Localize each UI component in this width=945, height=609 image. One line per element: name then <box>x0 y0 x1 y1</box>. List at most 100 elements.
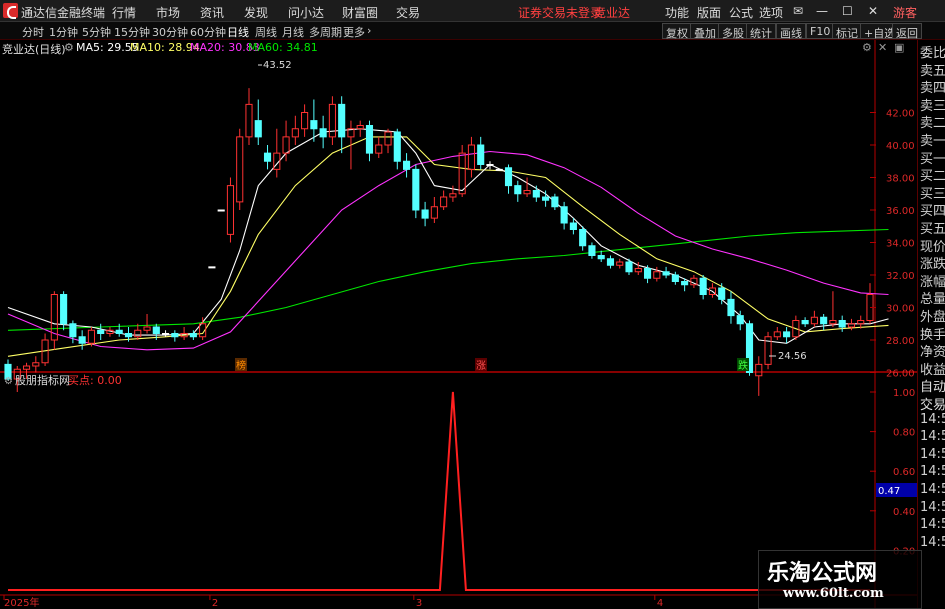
quote-panel-label[interactable]: 14:56 <box>920 464 945 479</box>
candle[interactable] <box>254 99 262 146</box>
candle[interactable] <box>551 193 559 210</box>
candle[interactable] <box>375 136 383 158</box>
candle[interactable] <box>690 275 698 288</box>
notification-icon[interactable]: ✉ <box>793 4 803 18</box>
candle[interactable] <box>606 255 615 269</box>
candle[interactable] <box>504 164 513 194</box>
quote-panel-label[interactable]: 14:56 <box>920 412 945 427</box>
quote-panel-label[interactable]: 收益 <box>920 359 945 378</box>
period-weekly[interactable]: 周线 <box>255 24 277 40</box>
candle[interactable] <box>810 310 818 327</box>
menu-hangqing[interactable]: 行情 <box>112 4 136 21</box>
period-15min[interactable]: 15分钟 <box>114 24 150 40</box>
candle[interactable] <box>662 266 670 279</box>
candle[interactable] <box>477 136 485 170</box>
candle[interactable] <box>579 226 587 251</box>
candle[interactable] <box>829 291 837 327</box>
menu-faxian[interactable]: 发现 <box>244 4 268 21</box>
period-30min[interactable]: 30分钟 <box>152 24 188 40</box>
quote-panel-label[interactable]: 买一 <box>920 148 945 167</box>
candle[interactable] <box>356 120 364 137</box>
candle[interactable] <box>328 96 336 145</box>
quote-panel-label[interactable]: 总量 <box>920 288 945 307</box>
quote-panel-label[interactable]: 14:56 <box>920 482 945 497</box>
quote-panel-label[interactable]: 买五 <box>920 218 945 237</box>
quote-panel-label[interactable]: 外盘 <box>920 306 945 325</box>
quote-panel-label[interactable]: 卖五 <box>920 60 945 79</box>
candle[interactable] <box>838 315 846 332</box>
candle[interactable] <box>245 88 253 145</box>
candle[interactable] <box>616 258 624 269</box>
back-button[interactable]: 返回 <box>892 23 922 40</box>
period-more[interactable]: 更多 <box>343 24 365 40</box>
candle[interactable] <box>671 271 679 285</box>
candle[interactable] <box>115 323 123 337</box>
menu-banmian[interactable]: 版面 <box>697 4 721 21</box>
quote-panel-label[interactable]: 买四 <box>920 200 945 219</box>
candle[interactable] <box>495 168 503 171</box>
candle[interactable] <box>764 331 772 370</box>
candle[interactable] <box>866 283 874 324</box>
huaxian-button[interactable]: 画线 <box>776 23 806 40</box>
candle[interactable] <box>588 242 596 259</box>
candle[interactable] <box>273 128 281 178</box>
period-monthly[interactable]: 月线 <box>282 24 304 40</box>
candle[interactable] <box>143 314 151 334</box>
quote-panel-label[interactable]: 涨幅 <box>920 271 945 290</box>
candle[interactable] <box>291 115 299 145</box>
menu-caifuquan[interactable]: 财富圈 <box>342 4 378 21</box>
candle[interactable] <box>403 153 411 178</box>
candle[interactable] <box>486 161 494 170</box>
quote-panel-label[interactable]: 涨跌 <box>920 253 945 272</box>
candle[interactable] <box>347 120 355 170</box>
period-fenshi[interactable]: 分时 <box>22 24 44 40</box>
candle[interactable] <box>41 333 49 367</box>
quote-panel-label[interactable]: 买三 <box>920 183 945 202</box>
candle[interactable] <box>755 356 763 396</box>
indicator-gear-icon[interactable]: ⚙ <box>4 376 13 387</box>
candle[interactable] <box>97 323 105 340</box>
candle[interactable] <box>338 96 346 154</box>
tongji-button[interactable]: 统计 <box>746 23 776 40</box>
candle[interactable] <box>412 164 420 219</box>
diejia-button[interactable]: 叠加 <box>690 23 720 40</box>
candle[interactable] <box>365 120 374 162</box>
candle[interactable] <box>820 314 828 331</box>
menu-shichang[interactable]: 市场 <box>156 4 180 21</box>
period-60min[interactable]: 60分钟 <box>190 24 226 40</box>
candle[interactable] <box>783 327 791 344</box>
candle[interactable] <box>699 275 707 300</box>
menu-wenxiaoda[interactable]: 问小达 <box>288 4 324 21</box>
quote-panel-label[interactable]: 自动 <box>920 376 945 395</box>
period-5min[interactable]: 5分钟 <box>82 24 111 40</box>
candle[interactable] <box>226 177 235 243</box>
candle[interactable] <box>467 136 475 178</box>
candle[interactable] <box>393 128 401 170</box>
minimize-icon[interactable]: — <box>816 4 828 18</box>
period-daily[interactable]: 日线 <box>227 24 249 40</box>
biaoji-button[interactable]: 标记 <box>832 23 862 40</box>
fuquan-button[interactable]: 复权 <box>662 23 692 40</box>
candle[interactable] <box>514 180 522 202</box>
duogu-button[interactable]: 多股 <box>718 23 748 40</box>
quote-panel-label[interactable]: 卖二 <box>920 112 945 131</box>
menu-zixun[interactable]: 资讯 <box>200 4 224 21</box>
candle[interactable] <box>208 266 216 269</box>
candle[interactable] <box>430 197 438 223</box>
quote-panel-label[interactable]: 卖一 <box>920 130 945 149</box>
candle[interactable] <box>180 327 188 340</box>
quote-panel-label[interactable]: 买二 <box>920 165 945 184</box>
quote-panel-label[interactable]: 换手 <box>920 324 945 343</box>
candle[interactable] <box>801 317 809 327</box>
quote-panel-label[interactable]: 14:56 <box>920 535 945 550</box>
candle[interactable] <box>560 201 568 230</box>
candle[interactable] <box>32 356 40 373</box>
period-1min[interactable]: 1分钟 <box>49 24 78 40</box>
candle[interactable] <box>263 145 272 170</box>
candle[interactable] <box>301 104 309 137</box>
candle[interactable] <box>162 330 170 337</box>
period-multi[interactable]: 多周期 <box>309 24 342 40</box>
candle[interactable] <box>384 128 392 154</box>
quote-panel-label[interactable]: 净资 <box>920 341 945 360</box>
quote-panel-label[interactable]: 交易 <box>920 394 945 413</box>
